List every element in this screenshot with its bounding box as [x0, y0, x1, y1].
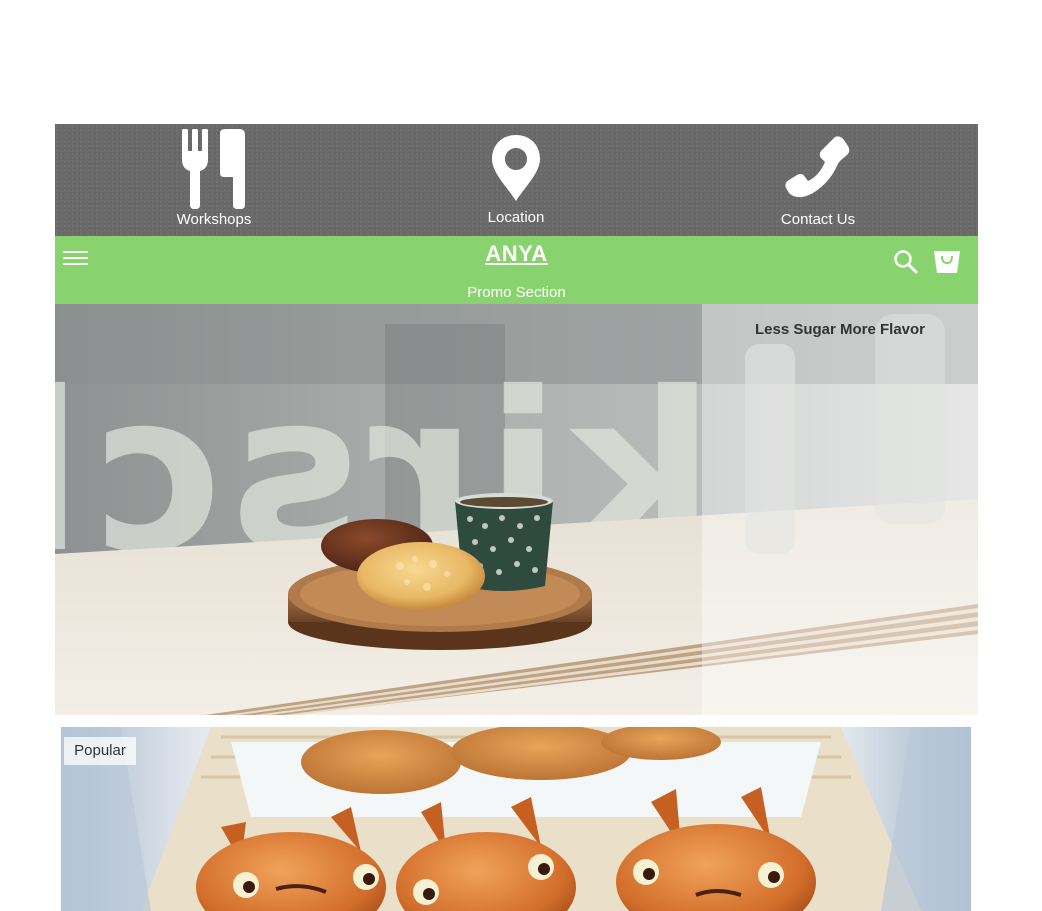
utensils-icon — [181, 129, 247, 214]
hamburger-menu-icon[interactable] — [63, 250, 89, 266]
search-icon[interactable] — [893, 249, 919, 275]
workshops-label: Workshops — [176, 211, 252, 228]
brand-link[interactable]: ANYA — [485, 241, 547, 266]
location-label: Location — [487, 209, 545, 226]
contact-us-label: Contact Us — [780, 211, 856, 228]
popular-image — [61, 727, 971, 911]
phone-icon — [785, 135, 851, 204]
hero-caption-panel: Less Sugar More Flavor — [702, 304, 978, 715]
popular-badge: Popular — [64, 737, 136, 765]
workshops-link[interactable]: Workshops — [114, 124, 314, 236]
promo-section-label: Promo Section — [467, 284, 566, 301]
popular-card[interactable]: Popular — [61, 727, 971, 911]
hero-banner: kirsche — [55, 304, 978, 715]
location-link[interactable]: Location — [416, 124, 616, 236]
main-header: ANYA Promo Section — [55, 236, 978, 304]
contact-us-link[interactable]: Contact Us — [718, 124, 918, 236]
page: Workshops Location Contact Us ANYA Promo… — [0, 0, 1042, 911]
info-bar: Workshops Location Contact Us — [55, 124, 978, 236]
hero-caption: Less Sugar More Flavor — [754, 321, 926, 338]
map-pin-icon — [491, 134, 541, 207]
brand: ANYA — [55, 241, 978, 267]
shopping-bag-icon[interactable] — [933, 248, 961, 274]
